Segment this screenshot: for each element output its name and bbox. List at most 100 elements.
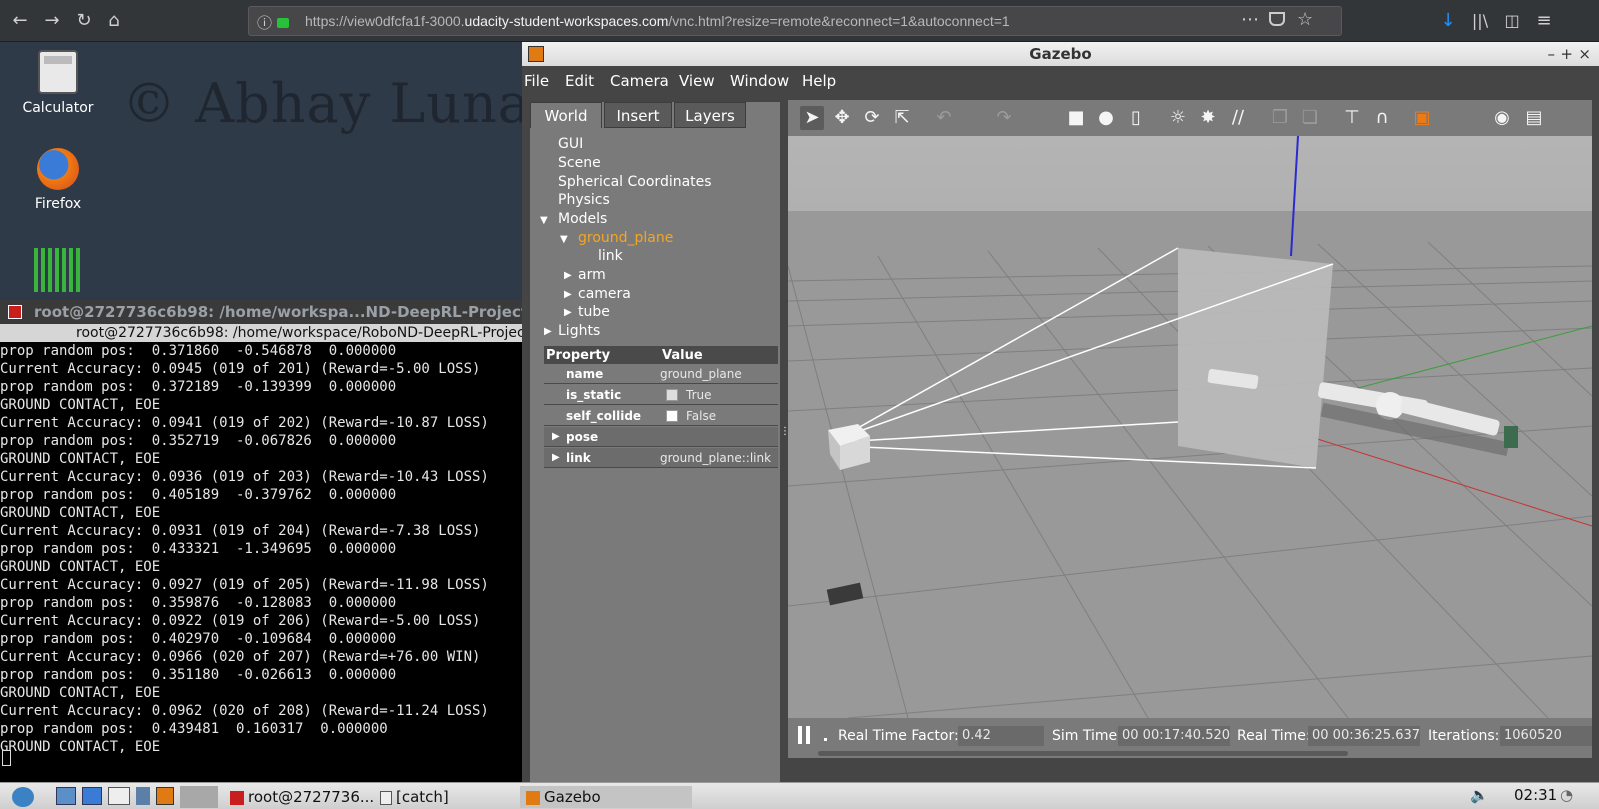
expand-right-icon[interactable]: ▶ — [564, 307, 572, 318]
library-icon[interactable]: ||\ — [1468, 9, 1492, 33]
pocket-icon[interactable] — [1269, 12, 1285, 26]
browser-launcher-icon[interactable] — [82, 787, 102, 805]
tree-link[interactable]: link — [598, 248, 623, 264]
translate-mode-icon[interactable]: ✥ — [830, 106, 854, 130]
expand-right-icon[interactable]: ▶ — [552, 431, 560, 442]
view-angle-icon[interactable]: ▣ — [1410, 106, 1434, 130]
step-icon[interactable] — [824, 738, 827, 741]
expand-right-icon[interactable]: ▶ — [552, 452, 560, 463]
tree-spherical-coordinates[interactable]: Spherical Coordinates — [558, 174, 712, 190]
point-light-icon[interactable]: ☼ — [1166, 106, 1190, 130]
snap-magnet-icon[interactable]: ∩ — [1370, 106, 1394, 130]
clock[interactable]: 02:31 — [1514, 786, 1557, 804]
panel-handle-icon[interactable]: ⋮ — [780, 426, 790, 437]
sidebar-icon[interactable]: ◫ — [1500, 9, 1524, 33]
copy-icon[interactable]: ❐ — [1268, 106, 1292, 130]
calculator-desktop-icon[interactable]: Calculator — [8, 50, 108, 116]
rotate-mode-icon[interactable]: ⟳ — [860, 106, 884, 130]
menu-edit[interactable]: Edit — [565, 72, 594, 90]
tree-tube[interactable]: tube — [578, 304, 610, 320]
gazebo-icon — [526, 790, 540, 805]
horizontal-scrollbar[interactable] — [818, 751, 1348, 756]
property-row-link[interactable]: ▶ link ground_plane::link — [544, 448, 778, 468]
system-monitor-icon[interactable] — [34, 248, 82, 292]
property-row-self-collide[interactable]: self_collide False — [544, 406, 778, 426]
expand-down-icon[interactable]: ▼ — [560, 234, 568, 245]
property-row-is-static[interactable]: is_static True — [544, 385, 778, 405]
menu-camera[interactable]: Camera — [610, 72, 669, 90]
tree-arm[interactable]: arm — [578, 267, 606, 283]
align-icon[interactable]: ⊤ — [1340, 106, 1364, 130]
download-icon[interactable]: ↓ — [1436, 9, 1460, 33]
menu-icon[interactable]: ≡ — [1532, 9, 1556, 33]
box-shape-icon[interactable]: ■ — [1064, 106, 1088, 130]
notification-icon[interactable]: ◔ — [1560, 786, 1573, 804]
menu-help[interactable]: Help — [802, 72, 836, 90]
workspace-switcher[interactable] — [180, 786, 218, 808]
menu-file[interactable]: File — [524, 72, 549, 90]
tree-models[interactable]: Models — [558, 211, 607, 227]
reload-button[interactable]: ↻ — [72, 9, 96, 33]
screenshot-camera-icon[interactable]: ◉ — [1490, 106, 1514, 130]
info-icon[interactable]: ⓘ — [257, 12, 272, 33]
scale-mode-icon[interactable]: ⇱ — [890, 106, 914, 130]
task-terminal[interactable]: root@2727736... — [230, 786, 374, 808]
spot-light-icon[interactable]: ✸ — [1196, 106, 1220, 130]
window-launcher-icon[interactable] — [108, 787, 130, 805]
3d-scene-canvas[interactable] — [787, 135, 1593, 719]
tree-lights[interactable]: Lights — [558, 323, 600, 339]
volume-icon[interactable]: 🔈 — [1470, 786, 1489, 804]
url-bar[interactable]: ⓘ https://view0dfcfa1f-3000.udacity-stud… — [248, 6, 1342, 36]
tab-layers[interactable]: Layers — [674, 102, 746, 128]
menu-window[interactable]: Window — [730, 72, 789, 90]
pause-icon[interactable] — [806, 726, 810, 744]
terminal-output[interactable]: prop random pos: 0.371860 -0.546878 0.00… — [0, 342, 522, 756]
start-menu-icon[interactable] — [12, 787, 34, 807]
minimize-button[interactable]: – — [1548, 42, 1556, 66]
file-manager-icon[interactable] — [56, 787, 76, 805]
menu-view[interactable]: View — [679, 72, 715, 90]
paste-icon[interactable]: ❏ — [1298, 106, 1322, 130]
terminal-tab[interactable]: root@2727736c6b98: /home/workspace/RoboN… — [0, 324, 522, 342]
log-icon[interactable]: ▤ — [1522, 106, 1546, 130]
expand-right-icon[interactable]: ▶ — [564, 270, 572, 281]
expand-right-icon[interactable]: ▶ — [564, 289, 572, 300]
directional-light-icon[interactable]: ∕∕ — [1226, 106, 1250, 130]
cylinder-shape-icon[interactable]: ▯ — [1124, 106, 1148, 130]
sphere-shape-icon[interactable]: ● — [1094, 106, 1118, 130]
back-button[interactable]: ← — [8, 9, 32, 33]
property-row-pose[interactable]: ▶ pose — [544, 427, 778, 447]
firefox-desktop-icon[interactable]: Firefox — [8, 148, 108, 212]
task-catch[interactable]: [catch] — [380, 786, 449, 808]
property-row-name[interactable]: name ground_plane — [544, 364, 778, 384]
tree-camera[interactable]: camera — [578, 286, 631, 302]
gazebo-titlebar[interactable]: Gazebo – + × — [522, 42, 1599, 66]
tree-ground-plane[interactable]: ground_plane — [578, 230, 673, 246]
terminal-titlebar[interactable]: root@2727736c6b98: /home/workspa...ND-De… — [0, 300, 522, 324]
expand-right-icon[interactable]: ▶ — [544, 326, 552, 337]
is-static-checkbox[interactable] — [666, 389, 678, 401]
home-icon[interactable]: ⌂ — [102, 9, 126, 33]
self-collide-checkbox[interactable] — [666, 410, 678, 422]
expand-down-icon[interactable]: ▼ — [540, 215, 548, 226]
gazebo-launcher-icon[interactable] — [156, 787, 174, 805]
page-actions-icon[interactable]: ⋯ — [1241, 9, 1259, 30]
forward-button[interactable]: → — [40, 9, 64, 33]
3d-viewport[interactable]: ⋮ ⋮ — [780, 135, 1599, 719]
tab-insert[interactable]: Insert — [604, 102, 672, 128]
bookmark-star-icon[interactable]: ☆ — [1297, 9, 1313, 30]
undo-icon[interactable]: ↶ — [932, 106, 956, 130]
tree-physics[interactable]: Physics — [558, 192, 610, 208]
select-mode-icon[interactable]: ➤ — [800, 106, 824, 130]
pause-icon[interactable] — [798, 726, 802, 744]
redo-icon[interactable]: ↷ — [992, 106, 1016, 130]
tab-world[interactable]: World — [530, 102, 602, 128]
task-gazebo[interactable]: Gazebo — [520, 786, 692, 808]
maximize-button[interactable]: + — [1560, 42, 1573, 66]
terminal-launcher-icon[interactable] — [136, 787, 150, 805]
tree-gui[interactable]: GUI — [558, 136, 583, 152]
close-button[interactable]: × — [1578, 42, 1591, 66]
tree-scene[interactable]: Scene — [558, 155, 601, 171]
terminal-window[interactable]: root@2727736c6b98: /home/workspa...ND-De… — [0, 300, 522, 782]
terminal-line: GROUND CONTACT, EOE — [0, 451, 161, 467]
